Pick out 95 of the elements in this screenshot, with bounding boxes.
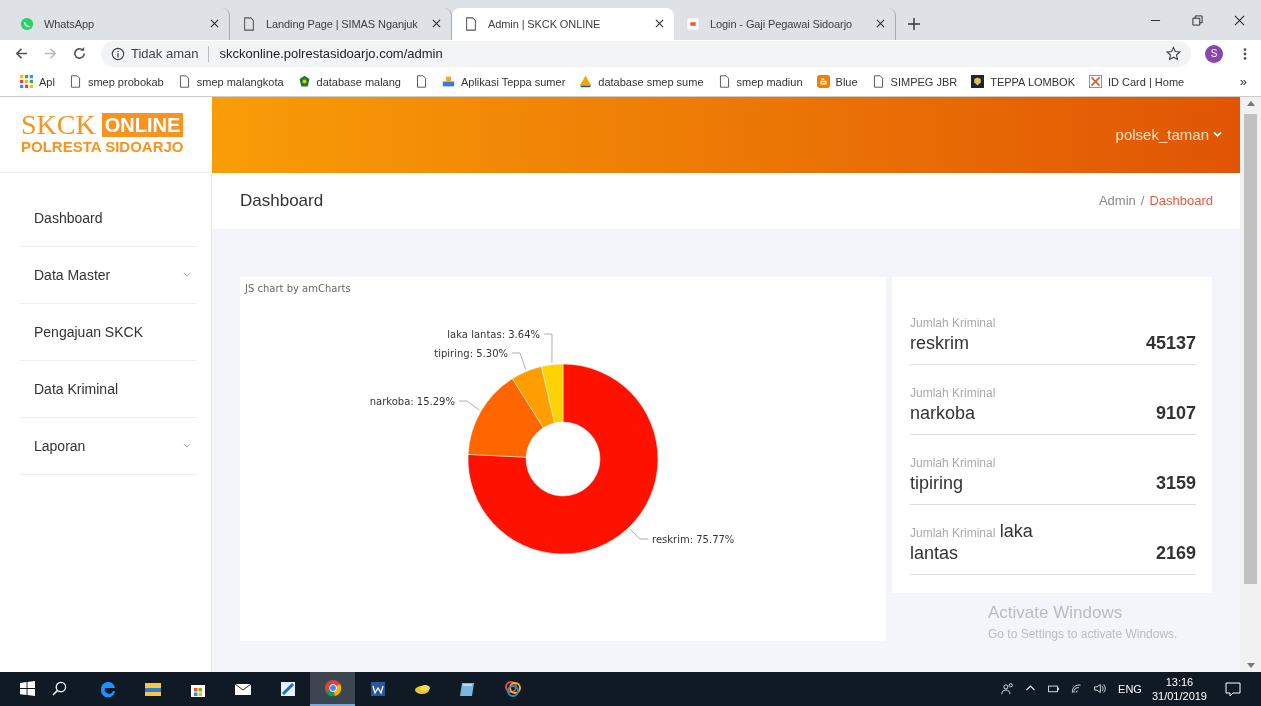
bookmark-link[interactable]: TEPPA LOMBOK	[990, 75, 1075, 88]
stat-value: 2169	[1155, 542, 1196, 564]
logo-title: SKCK	[21, 112, 96, 139]
bookmark-link[interactable]: Apl	[39, 75, 55, 88]
activation-notice-text: Go to Settings to activate Windows.	[988, 626, 1179, 641]
slice-label: narkoba: 15.29%	[369, 395, 455, 407]
menu-icon[interactable]	[1243, 46, 1247, 61]
tray-icon[interactable]	[441, 75, 455, 89]
browser-tab[interactable]: WhatsApp	[8, 7, 230, 40]
breadcrumb-separator: /	[1140, 193, 1145, 209]
document-icon[interactable]	[68, 75, 82, 89]
grid-icon[interactable]	[1089, 75, 1102, 89]
bookmark-link[interactable]: smep malangkota	[196, 75, 284, 88]
scroll-thumb[interactable]	[1244, 113, 1257, 584]
chat-bubble-icon	[20, 16, 34, 31]
address-bar[interactable]: Tidak aman skckonline.polrestasidoarjo.com/admin	[101, 40, 1191, 67]
bookmark-link[interactable]: smep probokab	[87, 75, 164, 88]
leader-line	[543, 333, 553, 363]
notification-icon[interactable]	[1225, 681, 1241, 697]
close-icon[interactable]	[1234, 14, 1245, 26]
document-icon	[242, 16, 256, 31]
url-text: skckonline.polrestasidoarjo.com/admin	[219, 46, 443, 62]
more-bookmarks-button[interactable]: »	[1239, 74, 1247, 90]
stat-caption: Jumlah Kriminal narkoba	[910, 384, 997, 424]
sidebar-item[interactable]: Data Kriminal	[20, 360, 197, 418]
badge-icon[interactable]	[971, 75, 985, 89]
slice-label: tipiring: 5.30%	[434, 347, 508, 359]
apps-grid-icon[interactable]	[20, 75, 33, 89]
breadcrumb-link[interactable]: Admin	[1098, 193, 1136, 209]
bookmark-link[interactable]: Aplikasi Teppa sumer	[460, 75, 566, 88]
leader-line	[458, 400, 480, 411]
info-icon	[111, 46, 125, 61]
document-icon[interactable]	[177, 75, 191, 89]
windows-start-icon[interactable]	[20, 681, 35, 697]
browser-tab[interactable]: Admin | SKCK ONLINE	[452, 7, 674, 40]
donut-slice[interactable]	[467, 378, 544, 458]
rings-icon	[502, 679, 523, 699]
language-indicator[interactable]: ENG	[1118, 683, 1142, 695]
site-icon	[686, 16, 700, 31]
stat-caption: Jumlah Kriminal laka lantas	[910, 520, 1034, 564]
emblem-icon[interactable]	[297, 75, 311, 89]
donut-slice[interactable]	[512, 366, 555, 428]
close-icon[interactable]	[876, 19, 885, 29]
plus-icon[interactable]	[908, 17, 920, 30]
bookmark-link[interactable]: ID Card | Home	[1108, 75, 1185, 88]
clock[interactable]: 13:16 31/01/2019	[1151, 675, 1207, 703]
document-icon[interactable]	[717, 75, 731, 89]
browser-tab[interactable]: Login - Gaji Pegawai Sidoarjo	[674, 7, 896, 40]
donut-slice[interactable]	[541, 363, 564, 424]
bookmark-link[interactable]: database malang	[316, 75, 401, 88]
bookmark-link[interactable]: Blue	[835, 75, 858, 88]
browser-icon	[322, 678, 343, 698]
logo-subtitle: POLRESTA SIDOARJO	[21, 138, 185, 157]
scroll-down-icon[interactable]	[1246, 663, 1255, 668]
volume-icon[interactable]	[1093, 682, 1107, 696]
scroll-up-icon[interactable]	[1246, 100, 1255, 106]
document-icon[interactable]	[871, 75, 885, 89]
search-icon[interactable]	[52, 681, 67, 697]
profile-avatar[interactable]: S	[1205, 44, 1223, 63]
bookmark-link[interactable]: SIMPEG JBR	[890, 75, 958, 88]
stat-caption: Jumlah Kriminal reskrim	[910, 314, 997, 354]
activation-notice-title: Activate Windows	[988, 602, 1124, 623]
restore-icon[interactable]	[1192, 14, 1203, 26]
sidebar-item[interactable]: Data Master	[20, 246, 197, 304]
stat-value: 9107	[1155, 402, 1196, 424]
stat-value: 3159	[1155, 472, 1196, 494]
close-icon[interactable]	[432, 19, 441, 29]
logo-badge: ONLINE	[101, 113, 184, 138]
scrollbar[interactable]	[1240, 96, 1261, 672]
blogger-icon[interactable]	[816, 75, 830, 89]
people-icon[interactable]	[1001, 682, 1015, 696]
bookmark-link[interactable]: smep madiun	[736, 75, 803, 88]
sidebar-item[interactable]: Laporan	[20, 417, 197, 475]
document-icon	[464, 16, 478, 31]
chevron-down-icon	[183, 272, 191, 278]
stat-caption: Jumlah Kriminal tipiring	[910, 454, 997, 494]
chevron-down-icon	[1213, 131, 1222, 139]
leader-line	[511, 352, 527, 370]
sidebar-item[interactable]: Pengajuan SKCK	[20, 303, 197, 361]
bookmark-link[interactable]: database smep sume	[598, 75, 704, 88]
close-icon[interactable]	[655, 19, 664, 29]
sidebar-item[interactable]: Dashboard	[20, 189, 197, 247]
triangle-logo-icon[interactable]	[579, 75, 593, 89]
reload-icon[interactable]	[72, 46, 87, 62]
close-icon[interactable]	[210, 19, 219, 29]
document-icon[interactable]	[414, 75, 428, 89]
slice-label: laka lantas: 3.64%	[447, 328, 540, 340]
security-label: Tidak aman	[131, 46, 199, 62]
stat-value: 45137	[1145, 332, 1196, 354]
star-icon[interactable]	[1166, 46, 1181, 62]
page-title: Dashboard	[240, 190, 324, 211]
chart-credit[interactable]: JS chart by amCharts	[245, 282, 351, 294]
slice-label: reskrim: 75.77%	[652, 533, 735, 545]
leader-line	[629, 528, 649, 540]
chevron-down-icon	[183, 443, 191, 449]
